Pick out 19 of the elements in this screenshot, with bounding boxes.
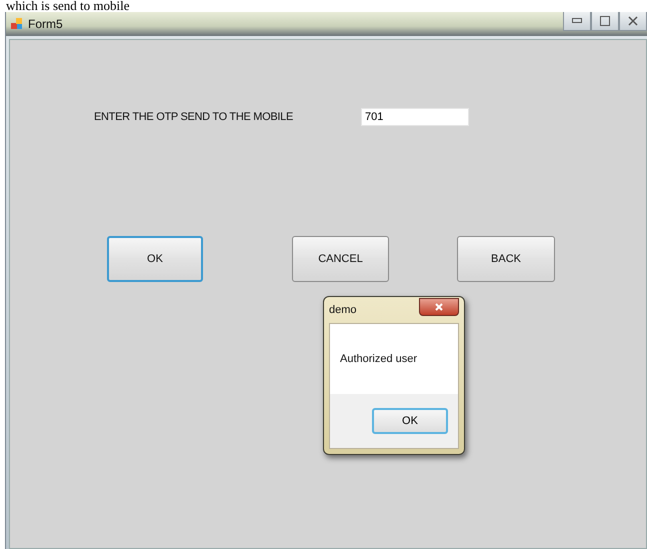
maximize-button[interactable]	[591, 12, 619, 31]
minimize-icon	[572, 18, 582, 24]
close-icon	[628, 16, 638, 26]
app-icon	[10, 17, 24, 31]
dialog-message: Authorized user	[340, 353, 418, 365]
minimize-button[interactable]	[563, 12, 591, 31]
otp-input-field[interactable]: 701	[361, 108, 469, 126]
otp-label: ENTER THE OTP SEND TO THE MOBILE	[94, 111, 294, 123]
dialog-close-button[interactable]	[419, 298, 459, 316]
form-button[interactable]: OK	[107, 236, 203, 282]
caption-text: which is send to mobile	[5, 0, 130, 12]
maximize-icon	[600, 16, 610, 26]
close-button[interactable]	[619, 12, 647, 31]
form-button[interactable]: BACK	[457, 236, 555, 282]
dialog-ok-button[interactable]: OK	[372, 408, 448, 434]
window-title: Form5	[28, 17, 63, 31]
close-icon	[435, 303, 443, 311]
form-button[interactable]: CANCEL	[292, 236, 389, 282]
dialog-title: demo	[329, 304, 357, 316]
